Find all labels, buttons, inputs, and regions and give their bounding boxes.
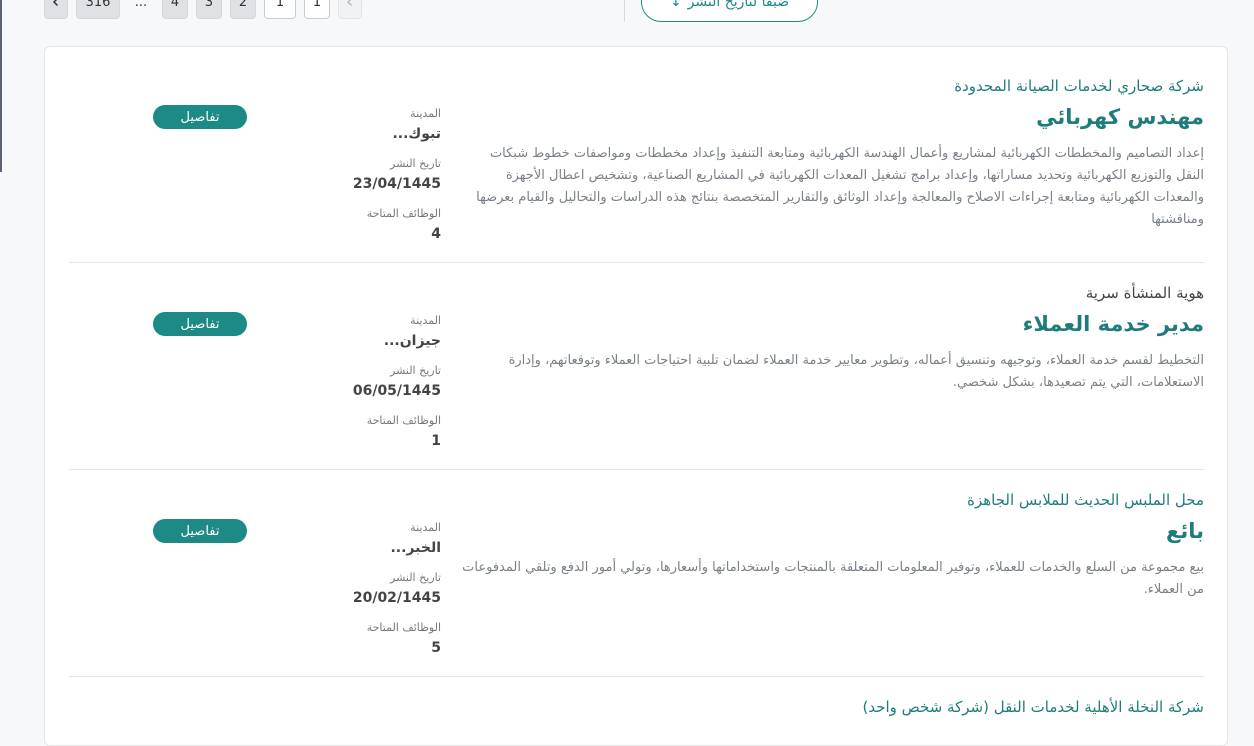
chevron-left-icon <box>346 0 353 7</box>
publish-date-value: 06/05/1445 <box>352 383 441 399</box>
publish-date-label: تاريخ النشر <box>390 364 441 377</box>
job-card: شركة صحاري لخدمات الصيانة المحدودة مهندس… <box>69 77 1204 257</box>
job-divider <box>69 469 1204 470</box>
job-meta: المدينة الخبر... تاريخ النشر 20/02/1445 … <box>352 521 441 671</box>
page-316-button[interactable]: 316 <box>76 0 120 19</box>
job-meta: المدينة جيزان... تاريخ النشر 06/05/1445 … <box>352 314 441 464</box>
available-jobs-label: الوظائف المتاحة <box>366 207 441 220</box>
job-title[interactable]: بائع <box>1166 519 1204 543</box>
details-button[interactable]: تفاصيل <box>153 312 247 336</box>
city-label: المدينة <box>410 521 441 534</box>
page-1-current[interactable]: 1 <box>264 0 296 19</box>
available-jobs-label: الوظائف المتاحة <box>366 414 441 427</box>
prev-page-button[interactable] <box>338 0 362 19</box>
job-title[interactable]: مهندس كهربائي <box>1036 105 1204 129</box>
company-name[interactable]: محل الملبس الحديث للملابس الجاهزة <box>967 491 1204 509</box>
company-name[interactable]: شركة النخلة الأهلية لخدمات النقل (شركة ش… <box>862 698 1204 716</box>
city-label: المدينة <box>410 314 441 327</box>
publish-date-value: 23/04/1445 <box>352 176 441 192</box>
city-value: تبوك... <box>392 126 441 142</box>
job-description: بيع مجموعة من السلع والخدمات للعملاء، وت… <box>462 560 1204 597</box>
page-1-button[interactable]: 1 <box>304 0 330 19</box>
job-meta: المدينة تبوك... تاريخ النشر 23/04/1445 ا… <box>352 107 441 257</box>
job-divider <box>69 676 1204 677</box>
job-card: شركة النخلة الأهلية لخدمات النقل (شركة ش… <box>69 698 1204 738</box>
job-title[interactable]: مدير خدمة العملاء <box>1023 312 1204 336</box>
page-2-button[interactable]: 2 <box>230 0 256 19</box>
publish-date-value: 20/02/1445 <box>352 590 441 606</box>
job-description: إعداد التصاميم والمخططات الكهربائية لمشا… <box>476 146 1204 227</box>
publish-date-label: تاريخ النشر <box>390 157 441 170</box>
job-description: التخطيط لقسم خدمة العملاء، وتوجيهه وتنسي… <box>508 353 1204 390</box>
available-jobs-value: 1 <box>431 433 441 449</box>
next-page-button[interactable] <box>44 0 68 19</box>
city-value: جيزان... <box>383 333 441 349</box>
pagination: 316 ... 4 3 2 1 1 <box>44 0 362 19</box>
page-4-button[interactable]: 4 <box>162 0 188 19</box>
city-label: المدينة <box>410 107 441 120</box>
city-value: الخبر... <box>390 540 441 556</box>
arrow-down-icon: ↓ <box>669 0 682 10</box>
pagination-ellipsis: ... <box>134 0 148 10</box>
details-button[interactable]: تفاصيل <box>153 105 247 129</box>
company-name[interactable]: شركة صحاري لخدمات الصيانة المحدودة <box>954 77 1204 95</box>
sort-by-date-button[interactable]: ضبقا لتاريخ النشر ↓ <box>641 0 818 22</box>
window-edge <box>0 0 2 172</box>
chevron-left-icon <box>52 0 59 7</box>
job-divider <box>69 262 1204 263</box>
jobs-list: شركة صحاري لخدمات الصيانة المحدودة مهندس… <box>44 46 1228 746</box>
company-name: هوية المنشأة سرية <box>1085 284 1204 302</box>
details-button[interactable]: تفاصيل <box>153 519 247 543</box>
job-card: هوية المنشأة سرية مدير خدمة العملاء التخ… <box>69 284 1204 464</box>
available-jobs-value: 5 <box>431 640 441 656</box>
toolbar-divider <box>624 0 625 22</box>
sort-label: ضبقا لتاريخ النشر <box>687 0 790 10</box>
available-jobs-value: 4 <box>431 226 441 242</box>
page-3-button[interactable]: 3 <box>196 0 222 19</box>
job-card: محل الملبس الحديث للملابس الجاهزة بائع ب… <box>69 491 1204 671</box>
publish-date-label: تاريخ النشر <box>390 571 441 584</box>
available-jobs-label: الوظائف المتاحة <box>366 621 441 634</box>
